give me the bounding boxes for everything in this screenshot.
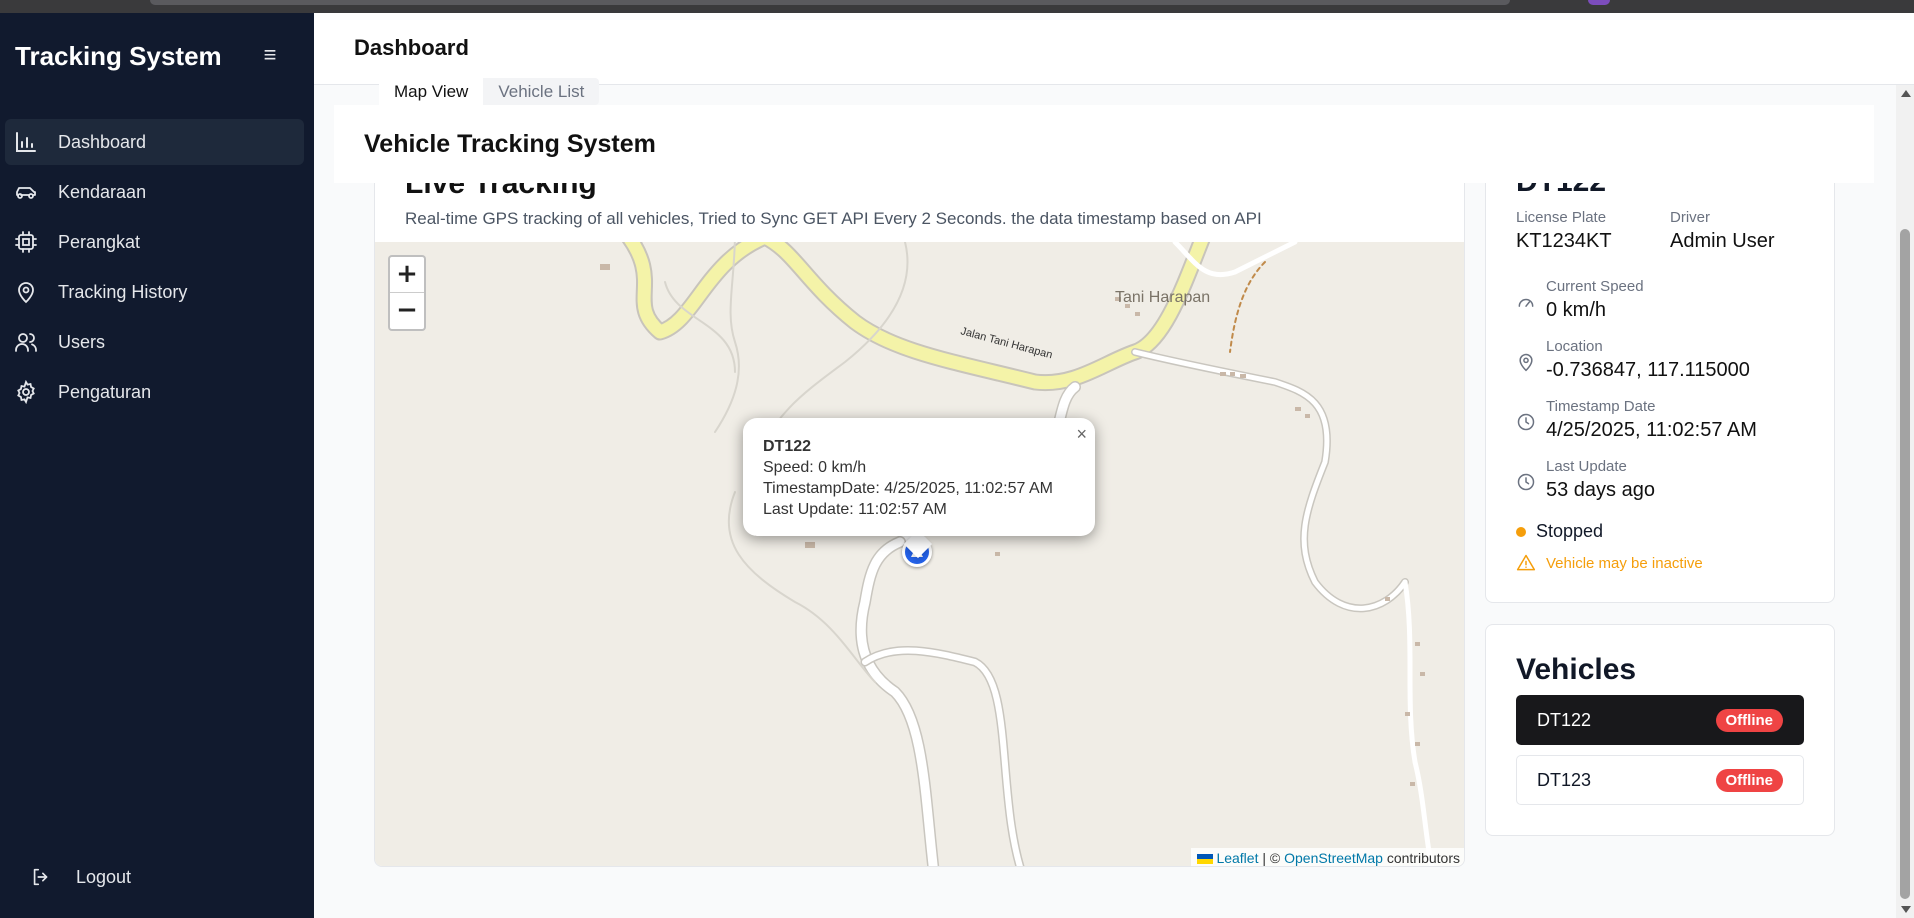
warning-triangle-icon xyxy=(1516,554,1536,571)
address-bar-edge xyxy=(150,0,1510,5)
sidebar-item-label: Kendaraan xyxy=(58,181,147,202)
sidebar-item-tracking-history[interactable]: Tracking History xyxy=(5,269,304,315)
sidebar: Tracking System ≡ Dashboard Kendaraan Pe… xyxy=(0,13,314,918)
clock-icon xyxy=(1517,413,1535,431)
gauge-icon xyxy=(1518,298,1534,307)
location-label: Location xyxy=(1546,338,1603,355)
logout-button[interactable]: Logout xyxy=(30,866,131,888)
clock-icon xyxy=(1517,473,1535,491)
vehicles-title: Vehicles xyxy=(1516,653,1637,686)
speed-value: 0 km/h xyxy=(1546,299,1607,321)
system-header: Vehicle Tracking System xyxy=(334,105,1874,183)
sidebar-item-label: Tracking History xyxy=(58,281,188,302)
popup-title: DT122 xyxy=(763,438,812,455)
vehicle-name: DT122 xyxy=(1537,709,1592,730)
driver-field: Driver Admin User xyxy=(1670,209,1774,253)
last-update-label: Last Update xyxy=(1546,458,1627,475)
app-title: Tracking System xyxy=(15,41,222,71)
status-badge: Offline xyxy=(1715,708,1783,732)
gear-icon xyxy=(17,380,35,404)
popup-close-button[interactable]: × xyxy=(1076,424,1087,445)
scroll-thumb[interactable] xyxy=(1900,229,1910,899)
road-label: Jalan Tani Harapan xyxy=(959,325,1053,361)
vehicle-detail-card: DT122 License Plate KT1234KT Driver Admi… xyxy=(1485,160,1835,603)
car-icon xyxy=(16,187,36,199)
attribution-contributors: contributors xyxy=(1382,850,1460,866)
zoom-out-button[interactable]: − xyxy=(390,293,424,329)
vehicles-card: Vehicles DT122 Offline DT123 Offline xyxy=(1485,624,1835,836)
driver-value: Admin User xyxy=(1670,230,1775,252)
warning-text: Vehicle may be inactive xyxy=(1546,554,1703,572)
zoom-in-button[interactable]: + xyxy=(390,257,424,293)
logout-icon xyxy=(33,868,48,886)
live-tracking-card: Live Tracking Real-time GPS tracking of … xyxy=(374,160,1465,867)
sidebar-item-label: Users xyxy=(58,331,106,352)
osm-link[interactable]: OpenStreetMap xyxy=(1284,850,1383,866)
page-scrollbar[interactable] xyxy=(1896,85,1914,918)
tab-map-view[interactable]: Map View xyxy=(379,78,484,105)
license-plate-label: License Plate xyxy=(1516,209,1607,226)
popup-timestamp: TimestampDate: 4/25/2025, 11:02:57 AM xyxy=(763,480,1053,497)
cpu-icon xyxy=(15,231,37,253)
status-badge: Offline xyxy=(1715,768,1783,792)
last-update-value: 53 days ago xyxy=(1546,479,1655,501)
users-icon xyxy=(15,333,37,352)
sidebar-item-kendaraan[interactable]: Kendaraan xyxy=(5,169,304,215)
popup-last-update: Last Update: 11:02:57 AM xyxy=(763,501,947,518)
topbar: Dashboard xyxy=(314,13,1914,85)
profile-avatar-edge xyxy=(1588,0,1610,5)
license-plate-value: KT1234KT xyxy=(1516,230,1612,252)
location-row: Location -0.736847, 117.115000 xyxy=(1516,338,1750,382)
popup-speed: Speed: 0 km/h xyxy=(763,459,867,476)
page-title: Dashboard xyxy=(354,35,469,60)
license-plate-field: License Plate KT1234KT xyxy=(1516,209,1612,253)
tab-vehicle-list[interactable]: Vehicle List xyxy=(483,78,599,105)
status-text: Stopped xyxy=(1536,521,1604,541)
logout-label: Logout xyxy=(76,866,132,887)
speed-row: Current Speed 0 km/h xyxy=(1516,278,1644,322)
ukraine-flag-icon xyxy=(1197,854,1214,865)
scroll-up-arrow-icon[interactable] xyxy=(1901,90,1911,97)
speed-label: Current Speed xyxy=(1546,278,1644,295)
bar-chart-icon xyxy=(16,132,36,152)
timestamp-row: Timestamp Date 4/25/2025, 11:02:57 AM xyxy=(1516,398,1757,442)
map-view[interactable]: Tani Harapan Jalan Tani Harapan + − × DT… xyxy=(375,242,1464,866)
last-update-row: Last Update 53 days ago xyxy=(1516,458,1655,502)
timestamp-value: 4/25/2025, 11:02:57 AM xyxy=(1546,419,1757,441)
timestamp-label: Timestamp Date xyxy=(1546,398,1656,415)
sidebar-item-label: Dashboard xyxy=(58,131,147,152)
hamburger-menu-icon[interactable]: ≡ xyxy=(258,43,282,67)
vehicle-list-item[interactable]: DT122 Offline xyxy=(1516,695,1804,745)
status-dot xyxy=(1516,526,1526,537)
vehicle-list-item[interactable]: DT123 Offline xyxy=(1516,755,1804,805)
zoom-control: + − xyxy=(388,255,426,331)
map-pin-icon xyxy=(1519,353,1533,372)
map-attribution: Leaflet | © OpenStreetMap contributors xyxy=(1191,848,1464,866)
inactive-warning: Vehicle may be inactive xyxy=(1516,553,1703,573)
sidebar-item-label: Perangkat xyxy=(58,231,141,252)
map-pin-icon xyxy=(18,282,34,304)
sidebar-item-dashboard[interactable]: Dashboard xyxy=(5,119,304,165)
sidebar-item-perangkat[interactable]: Perangkat xyxy=(5,219,304,265)
map-popup: × DT122 Speed: 0 km/h TimestampDate: 4/2… xyxy=(743,418,1095,536)
sidebar-item-pengaturan[interactable]: Pengaturan xyxy=(5,369,304,415)
status-indicator: Stopped xyxy=(1516,521,1603,542)
location-value: -0.736847, 117.115000 xyxy=(1546,359,1750,381)
system-title: Vehicle Tracking System xyxy=(364,130,656,158)
sidebar-item-label: Pengaturan xyxy=(58,381,152,402)
view-tabs: Map View Vehicle List xyxy=(379,78,600,105)
scroll-down-arrow-icon[interactable] xyxy=(1901,906,1911,913)
browser-chrome-strip xyxy=(0,0,1914,13)
leaflet-link[interactable]: Leaflet xyxy=(1216,850,1258,866)
vehicle-name: DT123 xyxy=(1537,769,1592,790)
sidebar-nav: Dashboard Kendaraan Perangkat Tracking H… xyxy=(5,119,304,419)
live-tracking-description: Real-time GPS tracking of all vehicles, … xyxy=(405,209,1262,228)
attribution-separator: | © xyxy=(1258,850,1285,866)
driver-label: Driver xyxy=(1670,209,1710,226)
place-label: Tani Harapan xyxy=(1115,289,1210,306)
sidebar-item-users[interactable]: Users xyxy=(5,319,304,365)
